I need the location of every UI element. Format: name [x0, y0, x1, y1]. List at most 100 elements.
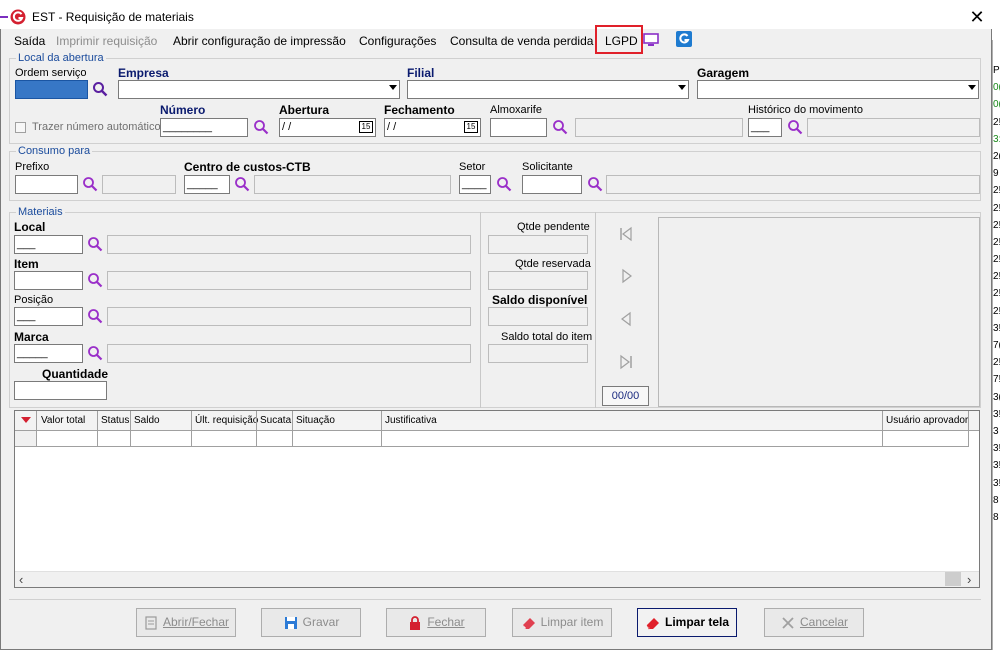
- grid-horizontal-scrollbar[interactable]: [15, 571, 979, 587]
- grid-col-situacao[interactable]: Situação: [296, 415, 335, 426]
- almoxarife-label: Almoxarife: [490, 104, 542, 116]
- search-icon[interactable]: [587, 176, 603, 192]
- menu-consulta-venda-perdida[interactable]: Consulta de venda perdida: [450, 34, 593, 48]
- search-icon[interactable]: [87, 236, 103, 252]
- marca-desc-field: [107, 344, 471, 363]
- items-grid[interactable]: [14, 410, 980, 588]
- first-record-icon[interactable]: [618, 226, 634, 242]
- monitor-icon[interactable]: [643, 33, 659, 47]
- qtde-pendente-field: [488, 235, 588, 254]
- saldo-total-field: [488, 344, 588, 363]
- almoxarife-input[interactable]: [490, 118, 547, 137]
- posicao-desc-field: [107, 307, 471, 326]
- saldo-total-label: Saldo total do item: [501, 331, 593, 343]
- item-desc-field: [107, 271, 471, 290]
- calendar-icon[interactable]: 15: [359, 121, 373, 133]
- marca-input[interactable]: _____: [14, 344, 83, 363]
- trazer-numero-checkbox[interactable]: [15, 122, 26, 133]
- empresa-select[interactable]: [118, 80, 400, 99]
- scroll-right-icon[interactable]: ›: [967, 572, 971, 587]
- ordem-servico-label: Ordem serviço: [15, 67, 87, 79]
- background-value: 3!: [993, 322, 1000, 334]
- scroll-left-icon[interactable]: ‹: [19, 572, 23, 587]
- setor-input[interactable]: ____: [459, 175, 491, 194]
- local-input[interactable]: ___: [14, 235, 83, 254]
- item-input[interactable]: [14, 271, 83, 290]
- search-icon[interactable]: [92, 81, 108, 97]
- search-icon[interactable]: [87, 272, 103, 288]
- app-brand-icon[interactable]: [676, 31, 692, 47]
- qtde-reservada-label: Qtde reservada: [515, 258, 591, 270]
- search-icon[interactable]: [234, 176, 250, 192]
- filial-select[interactable]: [407, 80, 689, 99]
- local-label: Local: [14, 220, 46, 234]
- marca-label: Marca: [14, 330, 49, 344]
- quantidade-input[interactable]: [14, 381, 107, 400]
- prefixo-input[interactable]: [15, 175, 78, 194]
- grid-col-usuario-aprovador[interactable]: Usuário aprovador: [886, 415, 968, 426]
- scrollbar-thumb[interactable]: [945, 572, 961, 586]
- grid-col-divider: [130, 411, 131, 447]
- chevron-down-icon: [678, 85, 686, 90]
- menu-lgpd[interactable]: LGPD: [605, 34, 638, 48]
- fechar-label: Fechar: [427, 615, 465, 629]
- grid-col-valor-total[interactable]: Valor total: [41, 415, 85, 426]
- next-record-icon[interactable]: [618, 268, 634, 284]
- close-icon[interactable]: ✕: [966, 6, 988, 28]
- grid-col-sucata[interactable]: Sucata: [260, 415, 291, 426]
- abrir-fechar-button[interactable]: Abrir/Fechar: [136, 608, 236, 637]
- app-logo-icon: [10, 9, 26, 25]
- search-icon[interactable]: [253, 119, 269, 135]
- background-value: 0(: [993, 82, 1000, 94]
- cancelar-button[interactable]: Cancelar: [764, 608, 864, 637]
- empresa-label: Empresa: [118, 66, 169, 80]
- numero-input[interactable]: ________: [160, 118, 248, 137]
- qtde-pendente-label: Qtde pendente: [517, 221, 590, 233]
- search-icon[interactable]: [87, 345, 103, 361]
- last-record-icon[interactable]: [618, 354, 634, 370]
- grid-col-saldo[interactable]: Saldo: [134, 415, 160, 426]
- group-title-materiais: Materiais: [16, 206, 65, 218]
- centro-custos-input[interactable]: _____: [184, 175, 230, 194]
- limpar-item-label: Limpar item: [540, 615, 604, 629]
- sort-down-icon[interactable]: [20, 415, 32, 425]
- background-value: 0(: [993, 99, 1000, 111]
- cancelar-label: Cancelar: [799, 615, 849, 629]
- posicao-input[interactable]: ___: [14, 307, 83, 326]
- limpar-item-button[interactable]: Limpar item: [512, 608, 612, 637]
- search-icon[interactable]: [82, 176, 98, 192]
- historico-input[interactable]: ___: [748, 118, 782, 137]
- grid-col-divider: [292, 411, 293, 447]
- search-icon[interactable]: [496, 176, 512, 192]
- grid-col-justificativa[interactable]: Justificativa: [385, 415, 437, 426]
- search-icon[interactable]: [87, 308, 103, 324]
- solicitante-label: Solicitante: [522, 161, 573, 173]
- ordem-servico-input[interactable]: [15, 80, 88, 99]
- garagem-select[interactable]: [697, 80, 979, 99]
- menu-saida[interactable]: Saída: [14, 34, 45, 48]
- menu-configuracoes[interactable]: Configurações: [359, 34, 436, 48]
- fechamento-label: Fechamento: [384, 103, 455, 117]
- search-icon[interactable]: [787, 119, 803, 135]
- gravar-button[interactable]: Gravar: [261, 608, 361, 637]
- grid-col-divider: [191, 411, 192, 447]
- previous-record-icon[interactable]: [618, 311, 634, 327]
- table-row[interactable]: [15, 446, 969, 447]
- grid-col-ult-requisicao[interactable]: Últ. requisição: [195, 415, 258, 426]
- search-icon[interactable]: [552, 119, 568, 135]
- item-label: Item: [14, 257, 39, 271]
- limpar-tela-button[interactable]: Limpar tela: [637, 608, 737, 637]
- almoxarife-name-field: [575, 118, 743, 137]
- solicitante-input[interactable]: [522, 175, 582, 194]
- historico-desc-field: [807, 118, 980, 137]
- calendar-icon[interactable]: 15: [464, 121, 478, 133]
- fechar-button[interactable]: Fechar: [386, 608, 486, 637]
- menu-imprimir-requisicao[interactable]: Imprimir requisição: [56, 34, 157, 48]
- background-value: 8: [993, 511, 999, 523]
- background-value: 3!: [993, 460, 1000, 472]
- menu-abrir-configuracao-impressao[interactable]: Abrir configuração de impressão: [173, 34, 346, 48]
- divider: [595, 212, 596, 408]
- grid-row-indicator[interactable]: [15, 431, 37, 447]
- document-icon: [145, 616, 157, 630]
- grid-col-status[interactable]: Status: [101, 415, 129, 426]
